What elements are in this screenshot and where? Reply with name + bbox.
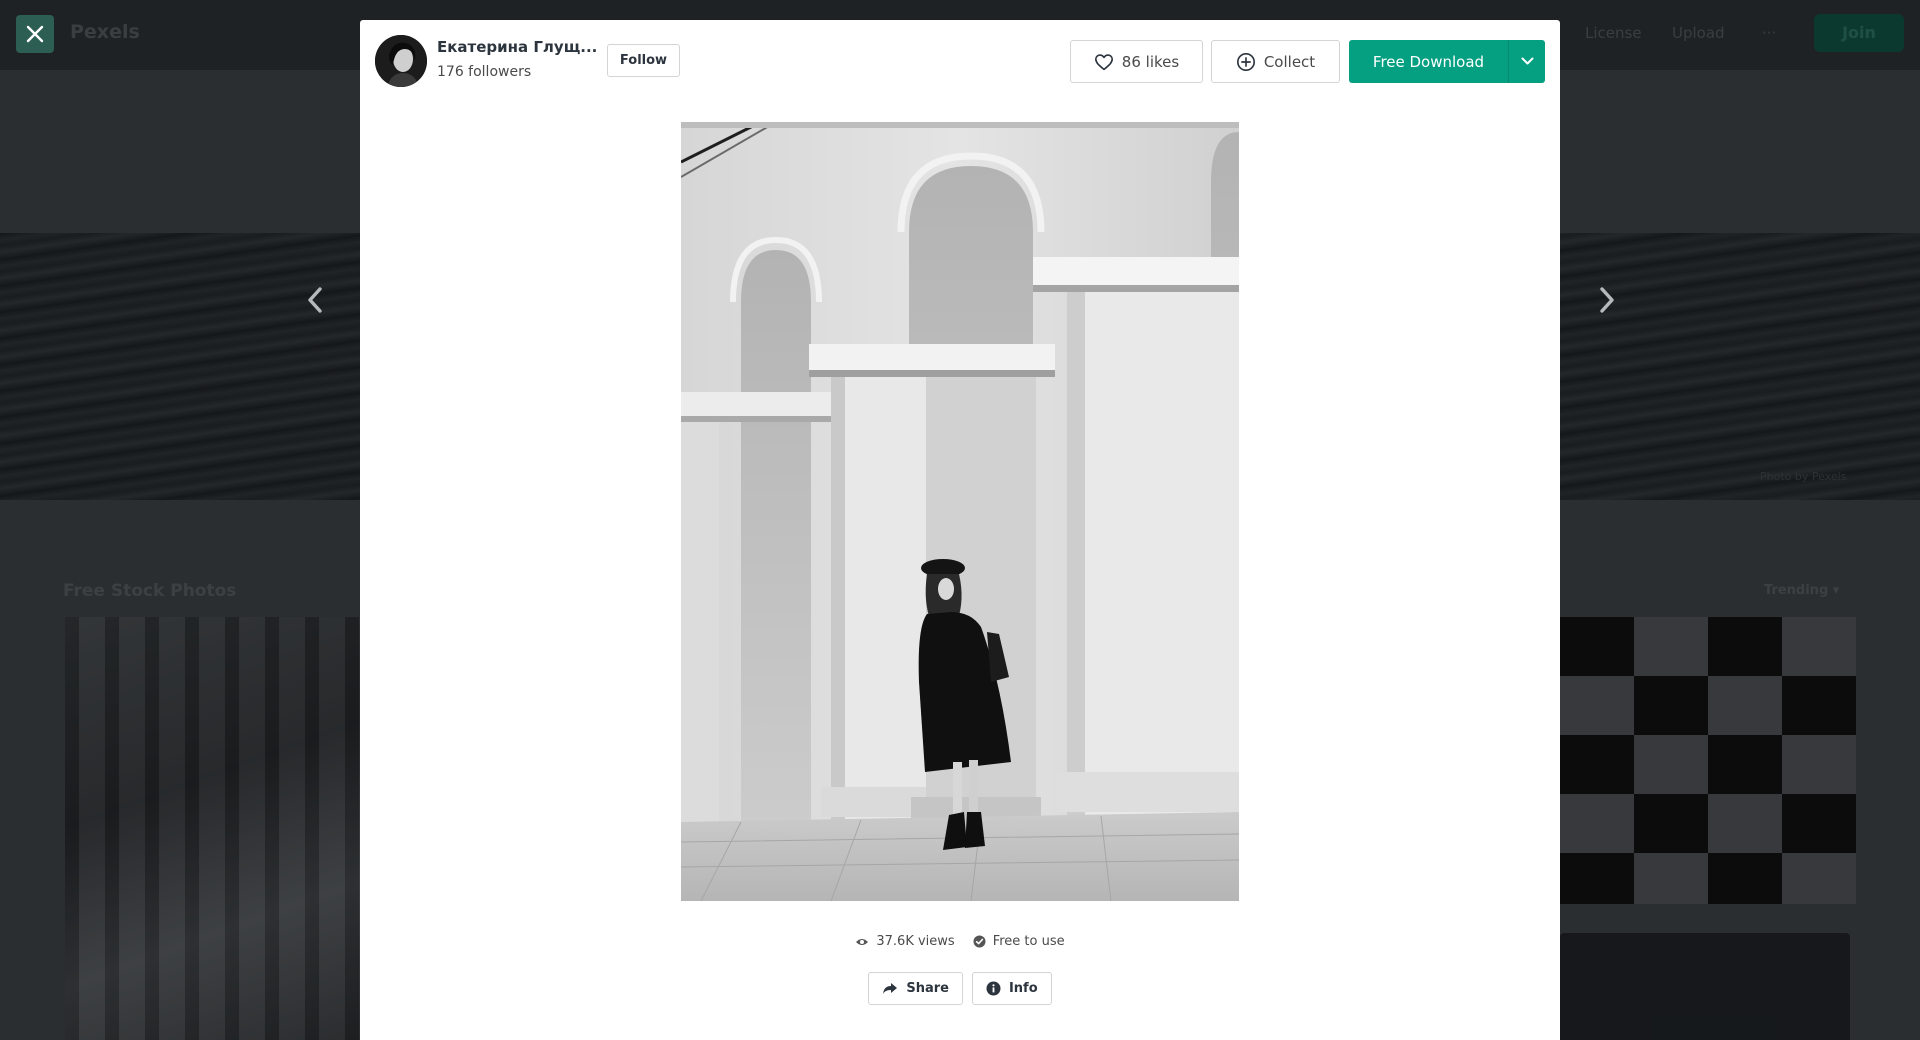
likes-label: 86 likes [1121,52,1180,71]
close-modal-button[interactable] [16,15,54,53]
views-count: 37.6K views [876,934,955,949]
close-icon [26,25,44,43]
photo-image [681,122,1239,901]
main-photo[interactable] [681,122,1239,901]
collect-label: Collect [1263,52,1316,71]
heart-icon [1094,53,1113,70]
previous-photo-button[interactable] [300,285,330,315]
chevron-left-icon [308,287,322,313]
eye-icon [856,938,869,945]
plus-circle-icon [1236,52,1255,71]
download-options-button[interactable] [1508,40,1545,83]
license-label: Free to use [992,934,1065,949]
collect-button[interactable]: Collect [1211,40,1340,83]
info-button[interactable]: Info [971,972,1052,1005]
share-label: Share [906,981,949,996]
avatar-image [375,35,427,87]
next-photo-button[interactable] [1592,285,1622,315]
license-stat[interactable]: Free to use [973,934,1065,949]
follow-button[interactable]: Follow [607,44,680,77]
check-circle-icon [973,935,986,948]
free-download-button[interactable]: Free Download [1349,40,1508,83]
info-label: Info [1008,981,1038,996]
photo-modal: Екатерина Глущ... 176 followers Follow 8… [360,20,1560,1040]
share-arrow-icon [883,983,898,994]
like-button[interactable]: 86 likes [1070,40,1203,83]
author-name[interactable]: Екатерина Глущ... [437,38,597,56]
share-button[interactable]: Share [868,972,963,1005]
views-stat: 37.6K views [855,934,955,949]
author-followers: 176 followers [437,64,532,80]
avatar[interactable] [375,35,427,87]
photo-actions: Share Info [360,972,1560,1005]
photo-stats: 37.6K views Free to use [360,934,1560,949]
chevron-down-icon [1521,57,1533,65]
info-icon [986,981,1001,996]
chevron-right-icon [1600,287,1614,313]
